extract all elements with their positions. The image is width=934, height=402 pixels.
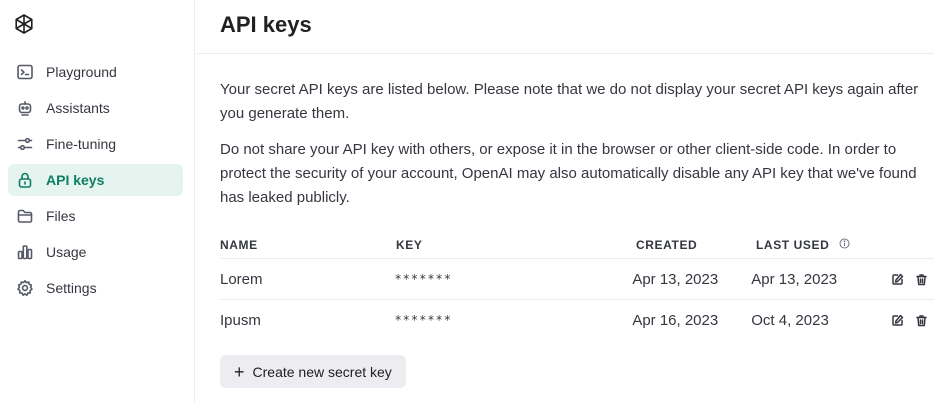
key-name: Lorem xyxy=(220,270,263,288)
sidebar-item-label: Settings xyxy=(46,280,97,296)
key-created: Apr 16, 2023 xyxy=(632,311,719,329)
table-row: Ipusm ******* Apr 16, 2023 Oct 4, 2023 xyxy=(220,300,934,340)
terminal-icon xyxy=(16,63,34,81)
description-paragraph: Your secret API keys are listed below. P… xyxy=(220,81,919,122)
delete-icon[interactable] xyxy=(914,313,928,327)
description: Your secret API keys are listed below. P… xyxy=(220,78,934,222)
folder-icon xyxy=(16,207,34,225)
page-title: API keys xyxy=(220,12,312,37)
sidebar-item-settings[interactable]: Settings xyxy=(8,272,183,304)
key-last-used: Apr 13, 2023 xyxy=(751,270,838,288)
sidebar-item-files[interactable]: Files xyxy=(8,200,183,232)
sidebar: Playground Assistants Fine-tuning API ke… xyxy=(0,0,195,402)
sidebar-item-label: Fine-tuning xyxy=(46,136,117,152)
key-value: ******* xyxy=(394,313,453,327)
api-keys-table: NAME KEY CREATED LAST USED Lorem *******… xyxy=(220,232,934,340)
key-created: Apr 13, 2023 xyxy=(632,270,719,288)
sidebar-item-fine-tuning[interactable]: Fine-tuning xyxy=(8,128,183,160)
sidebar-item-assistants[interactable]: Assistants xyxy=(8,92,183,124)
row-actions xyxy=(890,272,934,286)
key-last-used: Oct 4, 2023 xyxy=(751,311,829,329)
robot-icon xyxy=(16,99,34,117)
sidebar-item-label: Assistants xyxy=(46,100,110,116)
sidebar-item-label: Usage xyxy=(46,244,87,260)
openai-logo-icon[interactable] xyxy=(12,12,36,36)
sidebar-item-label: API keys xyxy=(46,172,105,188)
sidebar-nav: Playground Assistants Fine-tuning API ke… xyxy=(8,56,183,308)
edit-icon[interactable] xyxy=(890,272,904,286)
table-header: NAME KEY CREATED LAST USED xyxy=(220,232,934,259)
column-header-last-used: LAST USED xyxy=(756,238,896,253)
sidebar-item-label: Files xyxy=(46,208,76,224)
column-header-name: NAME xyxy=(220,238,258,252)
sliders-icon xyxy=(16,135,34,153)
page-header: API keys xyxy=(196,0,934,54)
gear-icon xyxy=(16,279,34,297)
key-value: ******* xyxy=(394,272,453,286)
sidebar-item-playground[interactable]: Playground xyxy=(8,56,183,88)
warning-paragraph: Do not share your API key with others, o… xyxy=(220,141,917,206)
edit-icon[interactable] xyxy=(890,313,904,327)
table-row: Lorem ******* Apr 13, 2023 Apr 13, 2023 xyxy=(220,259,934,300)
sidebar-item-api-keys[interactable]: API keys xyxy=(8,164,183,196)
row-actions xyxy=(890,313,934,327)
delete-icon[interactable] xyxy=(914,272,928,286)
column-header-last-used-label: LAST USED xyxy=(756,237,830,252)
key-name: Ipusm xyxy=(220,311,261,329)
bar-chart-icon xyxy=(16,243,34,261)
create-new-secret-key-button[interactable]: + Create new secret key xyxy=(220,355,406,388)
sidebar-item-usage[interactable]: Usage xyxy=(8,236,183,268)
create-button-label: Create new secret key xyxy=(252,363,392,380)
plus-icon: + xyxy=(234,361,245,382)
lock-icon xyxy=(16,171,34,189)
info-icon[interactable] xyxy=(839,238,850,252)
column-header-created: CREATED xyxy=(636,238,698,252)
sidebar-item-label: Playground xyxy=(46,64,117,80)
column-header-key: KEY xyxy=(396,238,423,252)
